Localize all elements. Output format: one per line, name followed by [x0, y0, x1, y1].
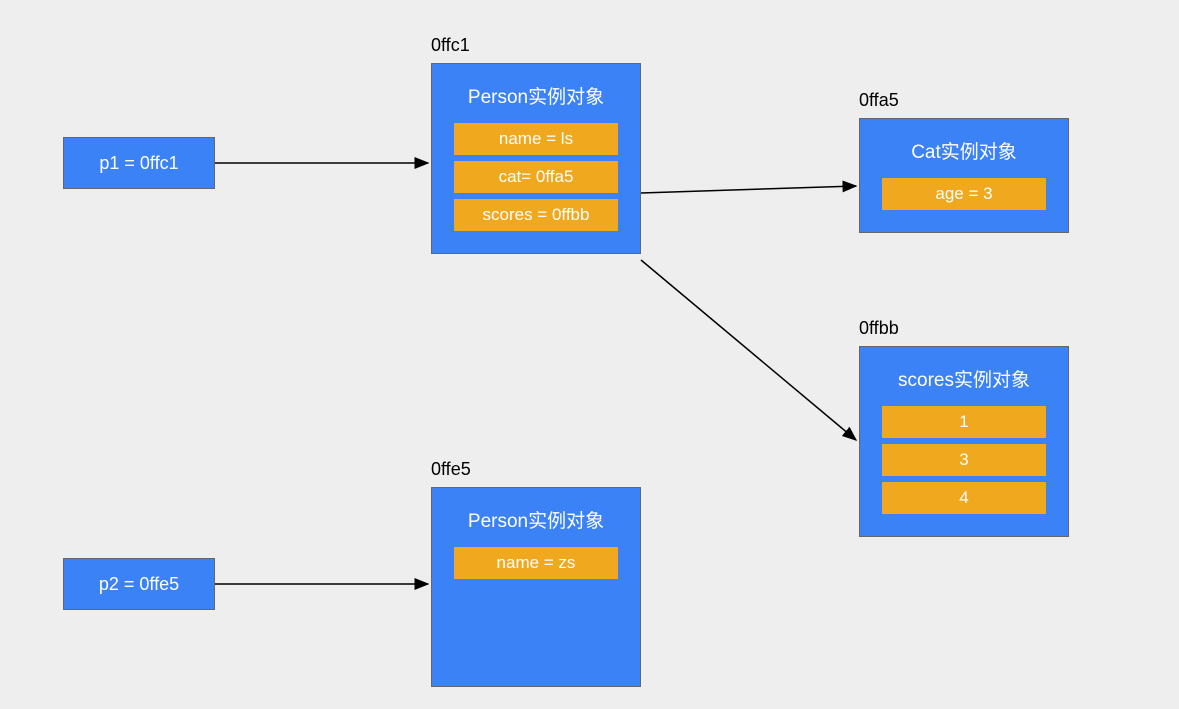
person1-title: Person实例对象 — [444, 82, 628, 109]
person2-addr: 0ffe5 — [431, 459, 471, 480]
person1-addr: 0ffc1 — [431, 35, 470, 56]
scores-field-2: 4 — [882, 482, 1046, 514]
diagram-stage: p1 = 0ffc1 p2 = 0ffe5 0ffc1 Person实例对象 n… — [0, 0, 1179, 709]
person1-field-0: name = ls — [454, 123, 618, 155]
var-p2: p2 = 0ffe5 — [63, 558, 215, 610]
person1-box: Person实例对象 name = ls cat= 0ffa5 scores =… — [431, 63, 641, 254]
cat-box: Cat实例对象 age = 3 — [859, 118, 1069, 233]
person2-title: Person实例对象 — [444, 506, 628, 533]
cat-title: Cat实例对象 — [872, 137, 1056, 164]
var-p2-text: p2 = 0ffe5 — [99, 574, 179, 595]
cat-addr: 0ffa5 — [859, 90, 899, 111]
scores-addr: 0ffbb — [859, 318, 899, 339]
cat-field-0: age = 3 — [882, 178, 1046, 210]
scores-title: scores实例对象 — [872, 365, 1056, 392]
var-p1: p1 = 0ffc1 — [63, 137, 215, 189]
scores-field-0: 1 — [882, 406, 1046, 438]
scores-field-1: 3 — [882, 444, 1046, 476]
person2-box: Person实例对象 name = zs — [431, 487, 641, 687]
arrow-scores-field-scores — [641, 260, 856, 440]
scores-box: scores实例对象 1 3 4 — [859, 346, 1069, 537]
person1-field-2: scores = 0ffbb — [454, 199, 618, 231]
person1-field-1: cat= 0ffa5 — [454, 161, 618, 193]
person2-field-0: name = zs — [454, 547, 618, 579]
arrow-cat-field-cat — [641, 186, 856, 193]
var-p1-text: p1 = 0ffc1 — [99, 153, 178, 174]
